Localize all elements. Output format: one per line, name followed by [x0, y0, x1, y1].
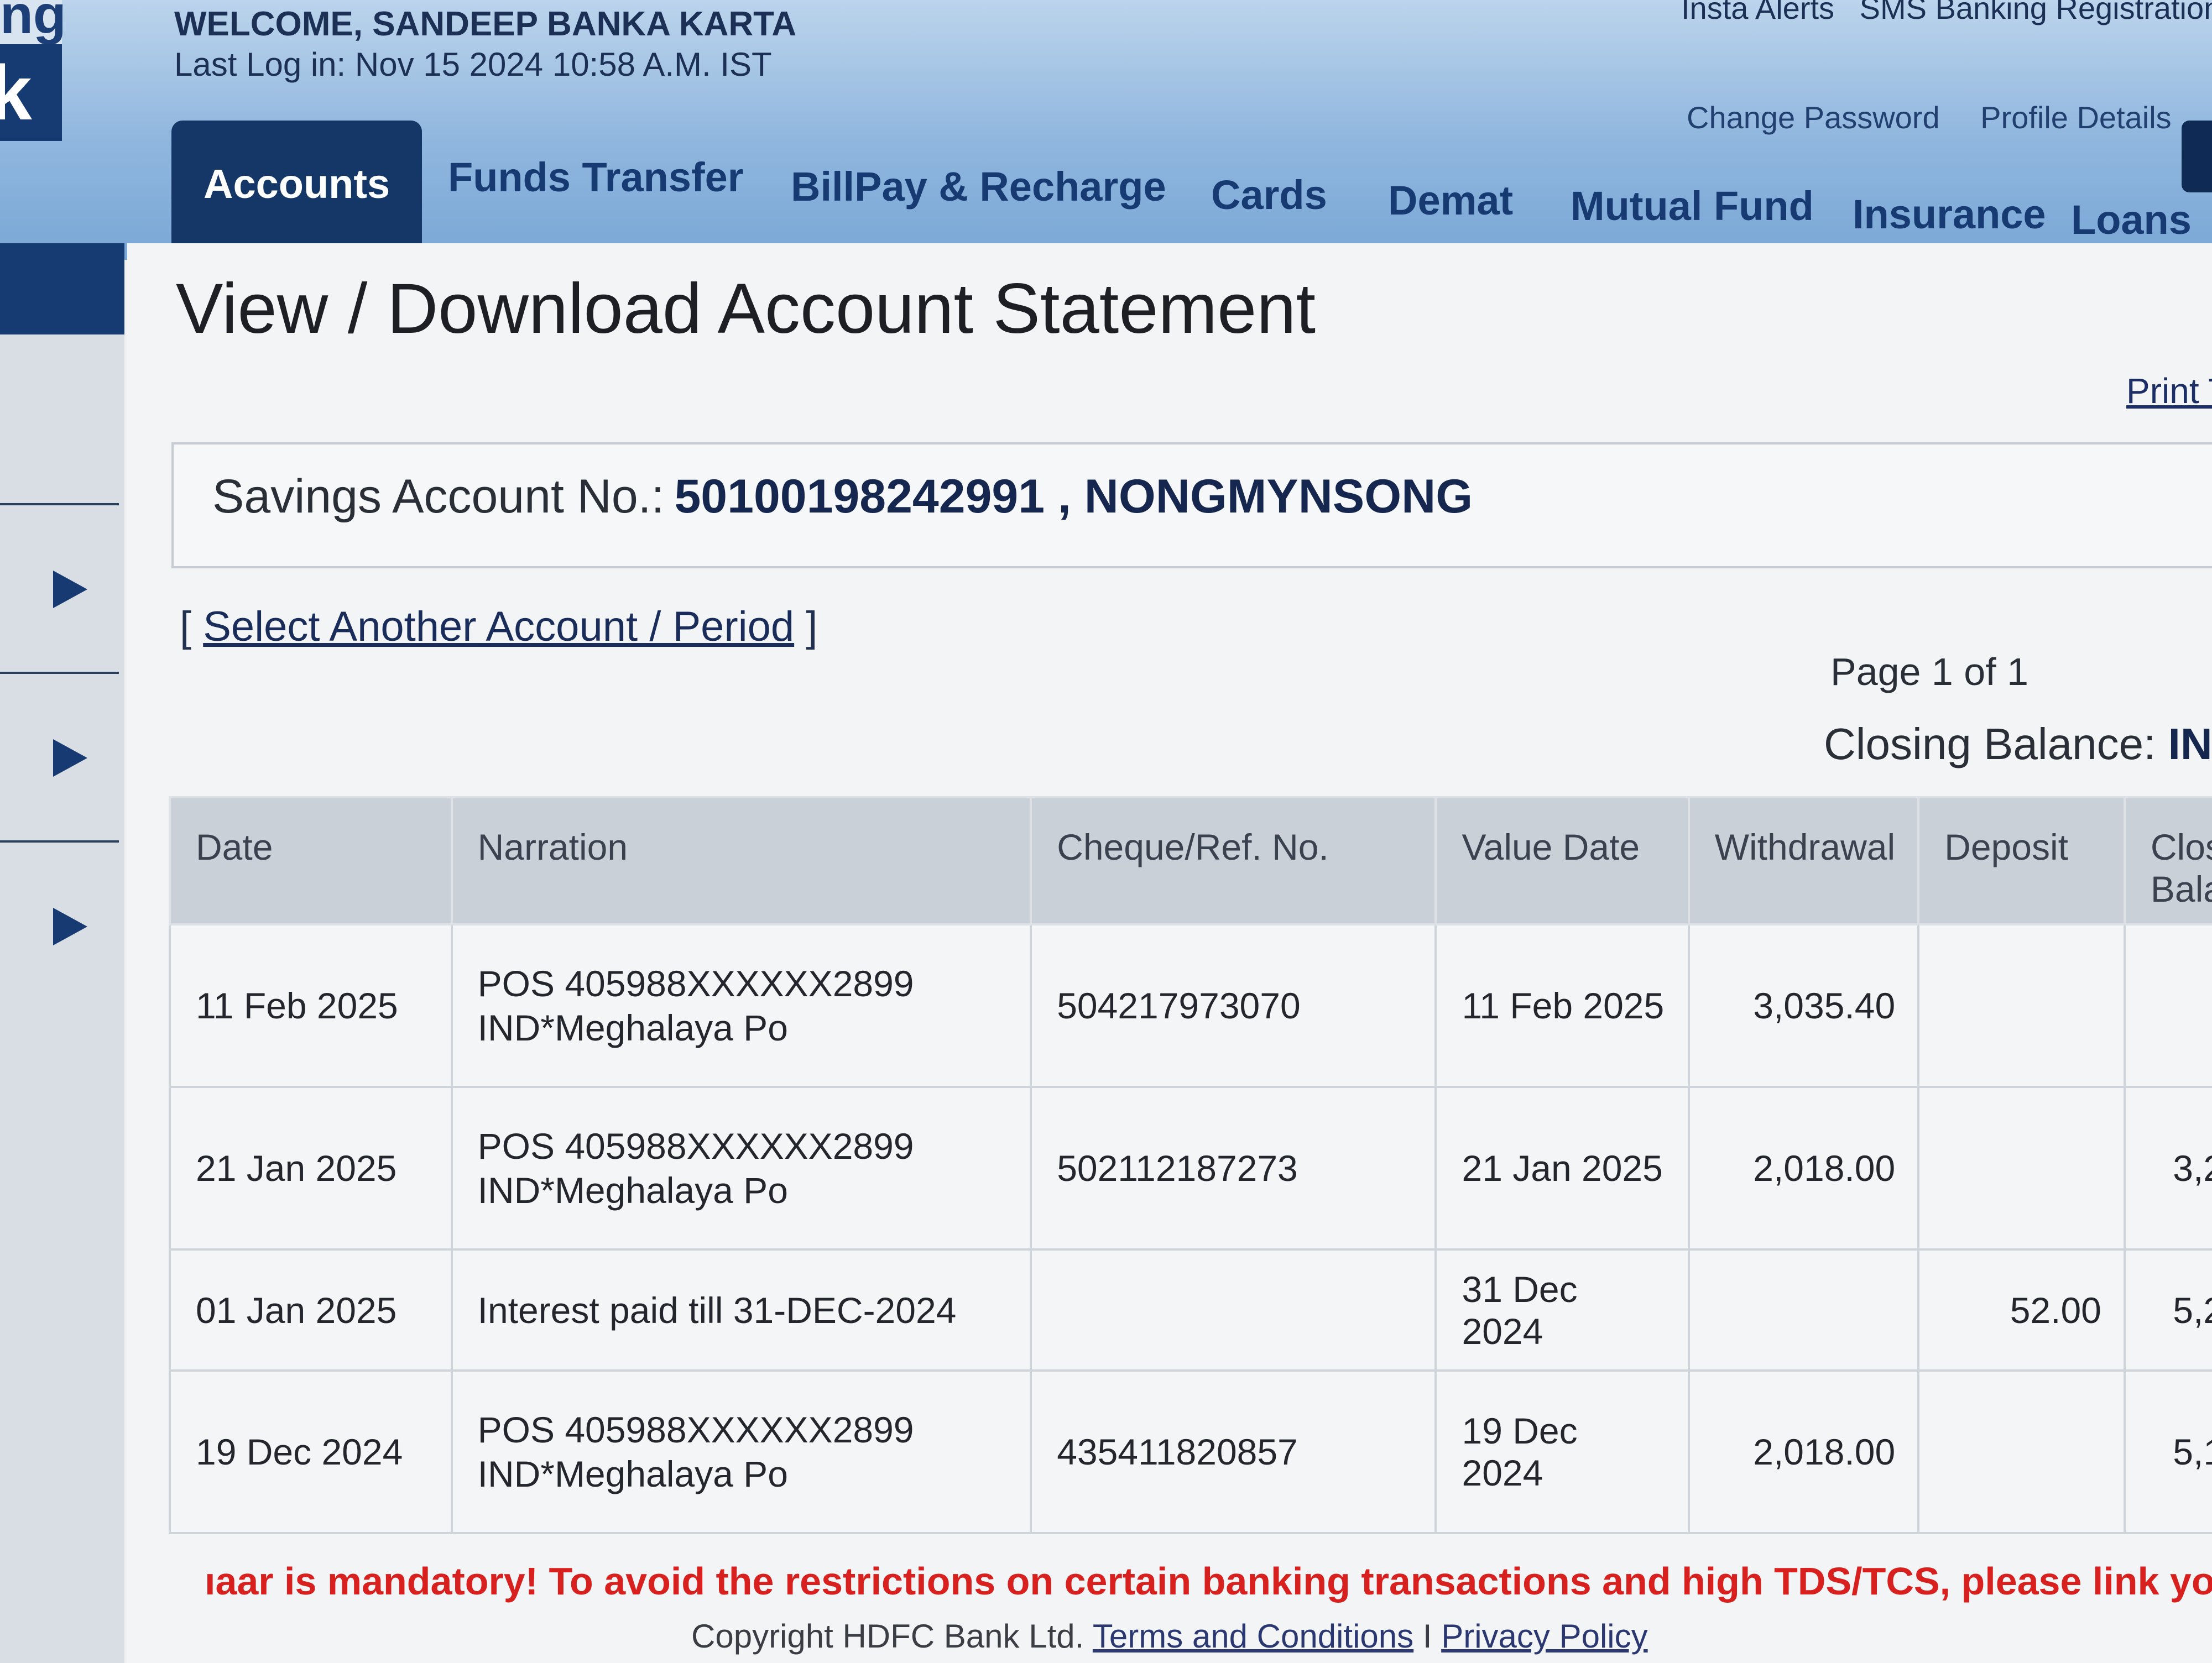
cell-narration: POS 405988XXXXXX2899 IND*Meghalaya Po — [450, 1369, 1032, 1534]
tab-cards[interactable]: Cards — [1211, 132, 1327, 259]
select-account-row: [ Select Another Account / Period ] — [180, 603, 817, 651]
bracket-open: [ — [180, 603, 204, 650]
play-arrow-icon — [53, 571, 87, 608]
cell-withdrawal: 3,035.40 — [1687, 923, 1920, 1088]
cell-deposit — [1917, 1369, 2126, 1534]
col-value-date: Value Date — [1434, 796, 1690, 925]
cell-ref: 504217973070 — [1030, 923, 1437, 1088]
page-indicator: Page 1 of 1 — [1830, 650, 2029, 693]
cell-withdrawal — [1687, 1248, 1920, 1372]
bank-logo[interactable]: ng k — [0, 0, 66, 141]
sidebar-item-1[interactable] — [0, 503, 119, 671]
cell-closing: 5,1 — [2123, 1369, 2212, 1534]
col-withdrawal: Withdrawal — [1687, 796, 1920, 925]
account-info-panel: Savings Account No.: 50100198242991 , NON… — [171, 442, 2212, 568]
cell-value-date: 31 Dec 2024 — [1434, 1248, 1690, 1372]
privacy-policy-link[interactable]: Privacy Policy — [1441, 1618, 1647, 1655]
col-narration: Narration — [450, 796, 1032, 925]
cell-deposit: 52.00 — [1917, 1248, 2126, 1372]
aadhaar-link-banner[interactable]: ıaar is mandatory! To avoid the restrict… — [205, 1559, 2212, 1603]
tab-funds-transfer[interactable]: Funds Transfer — [448, 114, 744, 241]
cell-date: 21 Jan 2025 — [169, 1086, 453, 1251]
table-row: 19 Dec 2024 POS 405988XXXXXX2899 IND*Meg… — [169, 1369, 2212, 1534]
narration-line: Interest paid till 31-DEC-2024 — [477, 1289, 957, 1331]
play-arrow-icon — [53, 908, 87, 945]
cell-ref — [1030, 1248, 1437, 1372]
col-date: Date — [169, 796, 453, 925]
insta-alerts-link[interactable]: Insta Alerts — [1681, 0, 1834, 25]
cell-closing — [2123, 923, 2212, 1088]
table-row: 11 Feb 2025 POS 405988XXXXXX2899 IND*Meg… — [169, 923, 2212, 1088]
cell-closing: 3,2 — [2123, 1086, 2212, 1251]
cell-date: 19 Dec 2024 — [169, 1369, 453, 1534]
closing-balance-currency: INR — [2168, 719, 2212, 768]
closing-balance: Closing Balance: INR — [1824, 719, 2212, 770]
cell-closing: 5,2 — [2123, 1248, 2212, 1372]
tab-accounts[interactable]: Accounts — [171, 121, 422, 248]
cell-deposit — [1917, 923, 2126, 1088]
top-links: Insta Alerts SMS Banking Registration — [1681, 0, 2212, 26]
cell-narration: Interest paid till 31-DEC-2024 — [450, 1248, 1032, 1372]
logo-text: ng — [0, 0, 66, 45]
bracket-close: ] — [794, 603, 818, 650]
narration-line: IND*Meghalaya Po — [477, 1170, 788, 1211]
welcome-message: WELCOME, SANDEEP BANKA KARTA — [174, 5, 797, 43]
cell-date: 01 Jan 2025 — [169, 1248, 453, 1372]
footer-separator: I — [1422, 1618, 1432, 1655]
table-row: 21 Jan 2025 POS 405988XXXXXX2899 IND*Meg… — [169, 1086, 2212, 1251]
sidebar-header — [0, 243, 124, 334]
table-header-row: Date Narration Cheque/Ref. No. Value Dat… — [169, 796, 2212, 925]
main-nav: Accounts Funds Transfer BillPay & Rechar… — [171, 121, 2212, 253]
browser-screen: ng k WELCOME, SANDEEP BANKA KARTA Last L… — [0, 0, 2212, 1663]
narration-line: POS 405988XXXXXX2899 — [477, 963, 914, 1004]
narration-line: POS 405988XXXXXX2899 — [477, 1409, 914, 1450]
left-sidebar — [0, 243, 124, 1663]
col-deposit: Deposit — [1917, 796, 2126, 925]
page-title: View / Download Account Statement — [176, 269, 1316, 348]
account-number: 50100198242991 , NONGMYNSONG — [674, 470, 1473, 523]
select-another-account-link[interactable]: Select Another Account / Period — [203, 603, 794, 650]
cell-withdrawal: 2,018.00 — [1687, 1369, 1920, 1534]
statement-table: Date Narration Cheque/Ref. No. Value Dat… — [169, 796, 2212, 1534]
print-label: Print T — [2126, 371, 2212, 411]
cell-value-date: 21 Jan 2025 — [1434, 1086, 1690, 1251]
play-arrow-icon — [53, 739, 87, 777]
account-type-label: Savings Account No.: — [212, 470, 665, 523]
closing-balance-label: Closing Balance: — [1824, 719, 2156, 768]
cell-narration: POS 405988XXXXXX2899 IND*Meghalaya Po — [450, 1086, 1032, 1251]
narration-line: IND*Meghalaya Po — [477, 1007, 788, 1048]
cell-ref: 502112187273 — [1030, 1086, 1437, 1251]
cell-deposit — [1917, 1086, 2126, 1251]
narration-line: POS 405988XXXXXX2899 — [477, 1126, 914, 1167]
cell-narration: POS 405988XXXXXX2899 IND*Meghalaya Po — [450, 923, 1032, 1088]
table-row: 01 Jan 2025 Interest paid till 31-DEC-20… — [169, 1248, 2212, 1372]
narration-line: IND*Meghalaya Po — [477, 1453, 788, 1494]
col-cheque-ref: Cheque/Ref. No. — [1030, 796, 1437, 925]
print-button[interactable]: Print T — [2065, 370, 2212, 411]
copyright-footer: Copyright HDFC Bank Ltd. Terms and Condi… — [691, 1617, 1648, 1655]
logo-letter: k — [0, 44, 62, 141]
terms-link[interactable]: Terms and Conditions — [1093, 1618, 1413, 1655]
cell-date: 11 Feb 2025 — [169, 923, 453, 1088]
account-label-row: Savings Account No.: 50100198242991 , NON… — [212, 469, 1473, 524]
top-header: ng k WELCOME, SANDEEP BANKA KARTA Last L… — [0, 0, 2212, 260]
main-content: View / Download Account Statement Print … — [127, 243, 2212, 1663]
sidebar-item-3[interactable] — [0, 840, 119, 1008]
cell-withdrawal: 2,018.00 — [1687, 1086, 1920, 1251]
last-login-time: Last Log in: Nov 15 2024 10:58 A.M. IST — [174, 46, 772, 83]
cell-ref: 435411820857 — [1030, 1369, 1437, 1534]
cell-value-date: 19 Dec 2024 — [1434, 1369, 1690, 1534]
col-closing-balance: Clos Bala — [2123, 796, 2212, 925]
copyright-text: Copyright HDFC Bank Ltd. — [691, 1618, 1084, 1655]
cell-value-date: 11 Feb 2025 — [1434, 923, 1690, 1088]
sidebar-item-2[interactable] — [0, 672, 119, 840]
tab-billpay-recharge[interactable]: BillPay & Recharge — [791, 123, 1166, 250]
sms-banking-registration-link[interactable]: SMS Banking Registration — [1860, 0, 2212, 25]
